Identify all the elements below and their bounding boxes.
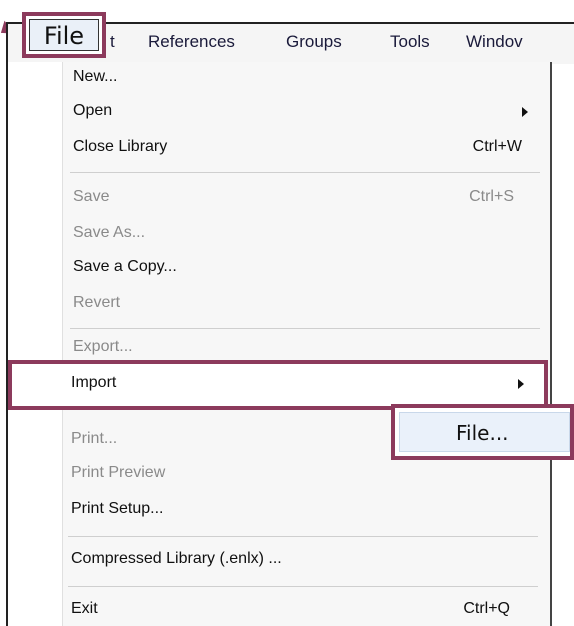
menu-item-label: Save a Copy... [73, 258, 177, 275]
menu-item-label: Exit [71, 600, 98, 617]
menu-item-exit[interactable]: Exit Ctrl+Q [62, 594, 546, 626]
menu-item-compressed-library[interactable]: Compressed Library (.enlx) ... [62, 544, 546, 576]
menu-item-label: Close Library [73, 138, 168, 155]
menu-item-import[interactable]: Import [62, 368, 538, 400]
menu-item-label: Print Setup... [71, 500, 164, 517]
menu-icon-gutter [8, 62, 62, 626]
import-submenu: File... [391, 404, 574, 460]
gutter-divider [62, 62, 63, 626]
menu-item-save-a-copy[interactable]: Save a Copy... [64, 252, 548, 284]
menu-item-close-library[interactable]: Close Library Ctrl+W [64, 132, 548, 164]
menu-item-label: Compressed Library (.enlx) ... [71, 550, 282, 567]
menu-item-revert: Revert [64, 288, 548, 320]
menu-item-shortcut: Ctrl+Q [463, 600, 510, 617]
menu-separator [68, 536, 538, 537]
menu-item-label: New... [73, 68, 118, 85]
menu-item-label: Revert [73, 294, 121, 311]
submenu-arrow-icon [522, 107, 528, 117]
menu-item-label: Save [73, 188, 110, 205]
menu-item-label: Import [71, 374, 117, 391]
menubar-tools[interactable]: Tools [390, 32, 430, 52]
menu-item-shortcut: Ctrl+W [472, 138, 522, 155]
menubar-window[interactable]: Windov [466, 32, 523, 52]
menu-item-label: Print... [71, 430, 118, 447]
menubar-edit[interactable]: t [110, 32, 115, 52]
menubar-groups[interactable]: Groups [286, 32, 342, 52]
menu-item-print-preview: Print Preview [62, 458, 546, 490]
submenu-item-label: File... [456, 421, 509, 445]
menu-item-shortcut: Ctrl+S [469, 188, 514, 205]
menu-item-save: Save Ctrl+S [64, 182, 548, 214]
file-menu-label: File [43, 22, 85, 50]
menu-item-save-as: Save As... [64, 218, 548, 250]
submenu-item-file[interactable]: File... [399, 412, 570, 452]
menu-item-label: Open [73, 102, 113, 119]
submenu-arrow-icon [518, 379, 524, 389]
file-menu-button[interactable]: File [22, 12, 106, 58]
file-menu-button-face: File [29, 19, 99, 51]
menu-item-label: Export... [73, 338, 133, 355]
menu-item-open[interactable]: Open [64, 96, 548, 128]
menu-item-label: Save As... [73, 224, 146, 241]
menu-item-new[interactable]: New... [64, 62, 548, 94]
menubar-references[interactable]: References [148, 32, 235, 52]
menu-item-print-setup[interactable]: Print Setup... [62, 494, 546, 526]
menu-item-label: Print Preview [71, 464, 166, 481]
menu-separator [70, 328, 540, 329]
menu-separator [70, 172, 540, 173]
file-dropdown-menu: New... Open Close Library Ctrl+W Save Ct… [6, 62, 552, 626]
menu-separator [68, 586, 538, 587]
